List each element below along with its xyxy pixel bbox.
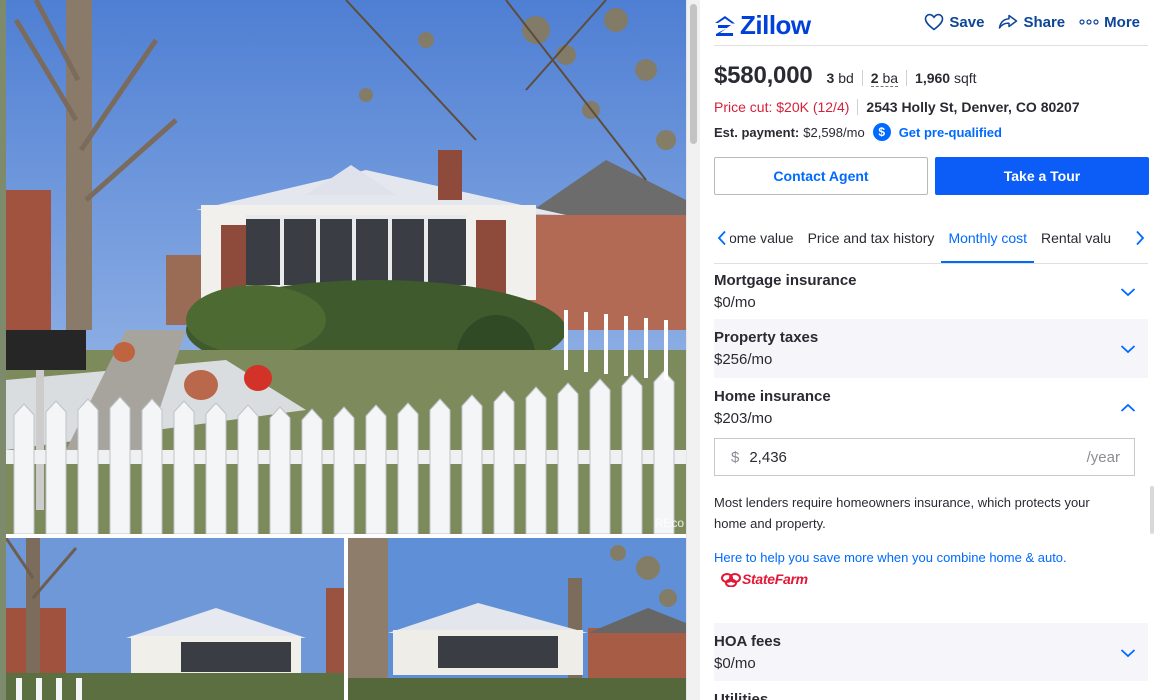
get-prequalified-link[interactable]: Get pre-qualified xyxy=(899,125,1002,140)
sqft-count: 1,960 xyxy=(915,70,951,86)
sqft-unit: sqft xyxy=(953,70,977,86)
statefarm-text: StateFarm xyxy=(742,571,808,588)
cost-value: $203/mo xyxy=(714,410,773,427)
per-year-suffix: /year xyxy=(1086,448,1120,466)
statefarm-ovals-icon xyxy=(721,572,741,587)
heart-icon xyxy=(925,13,944,31)
address-row: Price cut: $20K (12/4) 2543 Holly St, De… xyxy=(714,99,1080,115)
photo-watermark: REco xyxy=(654,516,684,530)
panel-scrollbar-thumb[interactable] xyxy=(1150,486,1154,534)
baths-fact[interactable]: 2 ba xyxy=(861,70,906,87)
tab-home-value[interactable]: ome value xyxy=(730,212,801,263)
chevron-right-icon xyxy=(1136,230,1145,245)
gallery-photo-2[interactable] xyxy=(6,538,344,700)
chevron-down-icon[interactable] xyxy=(1120,284,1136,302)
currency-prefix: $ xyxy=(731,448,740,466)
estimated-payment-row: Est. payment: $2,598/mo $ Get pre-qualif… xyxy=(714,123,1002,141)
take-a-tour-button[interactable]: Take a Tour xyxy=(935,157,1149,195)
more-dots-icon xyxy=(1079,19,1099,25)
listing-address: 2543 Holly St, Denver, CO 80207 xyxy=(866,99,1080,115)
cost-value: $256/mo xyxy=(714,351,773,368)
house-photo-image xyxy=(348,538,686,700)
home-facts: 3 bd 2 ba 1,960 sqft xyxy=(827,70,985,87)
statefarm-logo[interactable]: StateFarm xyxy=(720,569,808,590)
tab-price-tax-history[interactable]: Price and tax history xyxy=(801,212,942,263)
panel-header: Zillow Save Share More xyxy=(714,0,1148,46)
chevron-down-icon[interactable] xyxy=(1120,341,1136,359)
tabs-track: ome value Price and tax history Monthly … xyxy=(730,212,1132,263)
price-cut: Price cut: $20K (12/4) xyxy=(714,99,859,115)
tab-monthly-cost[interactable]: Monthly cost xyxy=(941,212,1034,263)
contact-agent-button[interactable]: Contact Agent xyxy=(714,157,928,195)
beds-fact: 3 bd xyxy=(827,70,862,86)
cost-row-property-taxes[interactable]: Property taxes $256/mo xyxy=(714,319,1148,378)
section-tabs: ome value Price and tax history Monthly … xyxy=(714,212,1148,264)
photo-gallery: REco xyxy=(0,0,700,700)
chevron-down-icon[interactable] xyxy=(1120,645,1136,663)
house-photo-image xyxy=(6,538,344,700)
tab-rental-value[interactable]: Rental valu xyxy=(1034,212,1118,263)
gallery-photo-3[interactable] xyxy=(348,538,686,700)
beds-count: 3 xyxy=(826,70,835,86)
zillow-logo-icon xyxy=(715,15,735,36)
cost-title: Home insurance xyxy=(714,388,831,405)
price-summary: $580,000 3 bd 2 ba 1,960 sqft xyxy=(714,62,985,90)
save-button[interactable]: Save xyxy=(924,13,984,31)
chevron-left-icon xyxy=(717,230,726,245)
zillow-logo-text: Zillow xyxy=(740,10,811,40)
panel-scrollbar[interactable] xyxy=(1148,0,1154,700)
header-actions: Save Share More xyxy=(924,13,1140,31)
zillow-logo[interactable]: Zillow xyxy=(714,10,811,41)
home-insurance-input[interactable]: $ 2,436 /year xyxy=(714,438,1135,476)
est-payment-value: $2,598/mo xyxy=(803,124,865,140)
house-photo-image xyxy=(6,0,686,534)
sqft-fact: 1,960 sqft xyxy=(906,70,985,86)
cost-value: $0/mo xyxy=(714,655,756,672)
main-photo[interactable]: REco xyxy=(6,0,686,534)
share-icon xyxy=(999,14,1018,29)
cost-row-utilities[interactable]: Utilities xyxy=(714,682,1148,700)
bundle-link[interactable]: Here to help you save more when you comb… xyxy=(714,550,1067,565)
cost-title: HOA fees xyxy=(714,633,781,650)
save-label: Save xyxy=(949,13,985,31)
bundle-promo[interactable]: Here to help you save more when you comb… xyxy=(714,547,1134,590)
listing-price: $580,000 xyxy=(714,62,813,89)
share-label: Share xyxy=(1023,13,1066,31)
beds-unit: bd xyxy=(838,70,854,86)
chevron-up-icon[interactable] xyxy=(1120,400,1136,418)
tabs-prev-button[interactable] xyxy=(714,230,730,246)
cost-title: Utilities xyxy=(714,691,769,700)
more-label: More xyxy=(1104,13,1140,31)
insurance-note: Most lenders require homeowners insuranc… xyxy=(714,495,1090,531)
share-button[interactable]: Share xyxy=(998,14,1065,31)
est-payment-label: Est. payment: xyxy=(714,124,800,140)
dollar-icon: $ xyxy=(872,123,891,141)
home-insurance-value[interactable]: 2,436 xyxy=(749,449,1086,466)
cost-row-hoa-fees[interactable]: HOA fees $0/mo xyxy=(714,623,1148,681)
baths-unit: ba xyxy=(882,70,899,86)
more-button[interactable]: More xyxy=(1079,14,1140,31)
listing-details-panel: Zillow Save Share More $580,000 3 bd 2 b… xyxy=(700,0,1154,700)
gallery-scrollbar[interactable] xyxy=(686,0,700,700)
cost-title: Property taxes xyxy=(714,329,819,346)
gallery-scrollbar-thumb[interactable] xyxy=(690,4,697,144)
cost-title: Mortgage insurance xyxy=(714,272,857,289)
baths-count: 2 xyxy=(870,70,879,86)
cost-value: $0/mo xyxy=(714,294,756,311)
cost-row-mortgage-insurance[interactable]: Mortgage insurance $0/mo xyxy=(714,264,1148,318)
tabs-next-button[interactable] xyxy=(1132,230,1148,246)
